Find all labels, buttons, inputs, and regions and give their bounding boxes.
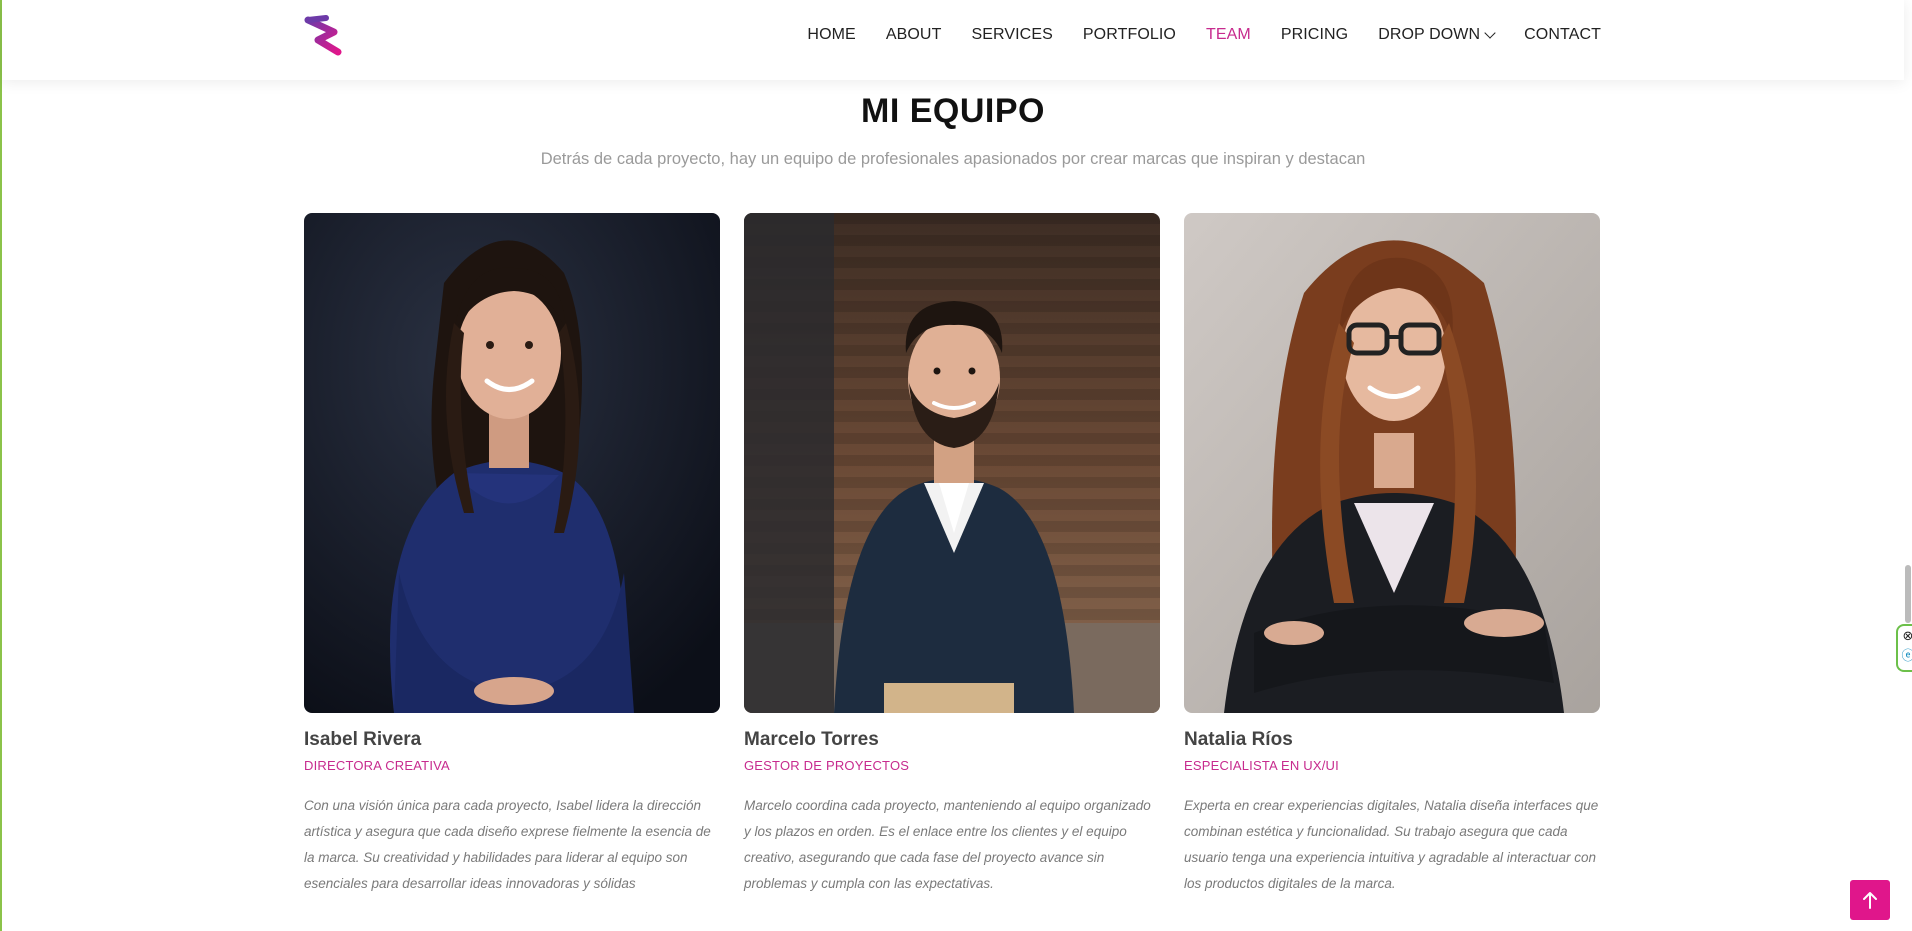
nav-portfolio[interactable]: PORTFOLIO: [1083, 26, 1176, 44]
team-photo: [744, 213, 1160, 713]
member-bio: Experta en crear experiencias digitales,…: [1184, 798, 1599, 891]
member-name: Marcelo Torres: [744, 729, 879, 750]
member-role: GESTOR DE PROYECTOS: [744, 758, 910, 773]
nav-label: PRICING: [1280, 26, 1349, 43]
member-name: Natalia Ríos: [1184, 729, 1293, 750]
main-nav: HOME ABOUT SERVICES PORTFOLIO TEAM PRICI…: [777, 0, 1601, 70]
member-role: DIRECTORA CREATIVA: [304, 758, 450, 773]
nav-home[interactable]: HOME: [807, 26, 855, 44]
portrait-man-navy-blazer: [744, 213, 1160, 713]
portrait-woman-glasses: [1184, 213, 1600, 713]
page-scrollbar[interactable]: [1905, 565, 1911, 623]
close-circle-icon[interactable]: ⊗: [1898, 626, 1912, 646]
member-name: Isabel Rivera: [304, 729, 422, 750]
member-role: ESPECIALISTA EN UX/UI: [1184, 758, 1339, 773]
team-card: Marcelo Torres GESTOR DE PROYECTOS Marce…: [744, 213, 1160, 897]
member-bio: Marcelo coordina cada proyecto, mantenie…: [744, 798, 1151, 891]
nav-label: ABOUT: [885, 26, 942, 43]
arrow-up-icon: [1863, 892, 1877, 909]
nav-label: PORTFOLIO: [1082, 26, 1176, 43]
team-photo: [304, 213, 720, 713]
side-widget: ⊗ ⓔ: [1896, 624, 1912, 672]
section-title: MI EQUIPO: [861, 92, 1045, 130]
brand-logo[interactable]: [304, 14, 344, 56]
nav-label: TEAM: [1205, 26, 1251, 43]
nav-services[interactable]: SERVICES: [971, 26, 1052, 44]
nav-label: DROP DOWN: [1378, 26, 1481, 43]
nav-team[interactable]: TEAM: [1206, 26, 1251, 44]
brand-s-logo-icon: [304, 15, 342, 56]
nav-label: CONTACT: [1524, 26, 1601, 43]
nav-label: HOME: [807, 26, 856, 43]
back-to-top-button[interactable]: [1850, 880, 1890, 920]
nav-about[interactable]: ABOUT: [886, 26, 942, 44]
site-header: HOME ABOUT SERVICES PORTFOLIO TEAM PRICI…: [2, 0, 1904, 80]
team-card: Natalia Ríos ESPECIALISTA EN UX/UI Exper…: [1184, 213, 1600, 897]
member-bio: Con una visión única para cada proyecto,…: [304, 798, 711, 891]
e-circle-icon[interactable]: ⓔ: [1898, 646, 1912, 666]
nav-label: SERVICES: [971, 26, 1053, 43]
nav-pricing[interactable]: PRICING: [1281, 26, 1348, 44]
portrait-woman-blue-blouse: [304, 213, 720, 713]
section-subtitle: Detrás de cada proyecto, hay un equipo d…: [540, 150, 1366, 168]
chevron-down-icon: [1484, 27, 1496, 39]
team-card: Isabel Rivera DIRECTORA CREATIVA Con una…: [304, 213, 720, 897]
nav-contact[interactable]: CONTACT: [1524, 26, 1601, 44]
team-photo: [1184, 213, 1600, 713]
nav-dropdown[interactable]: DROP DOWN: [1378, 26, 1496, 44]
